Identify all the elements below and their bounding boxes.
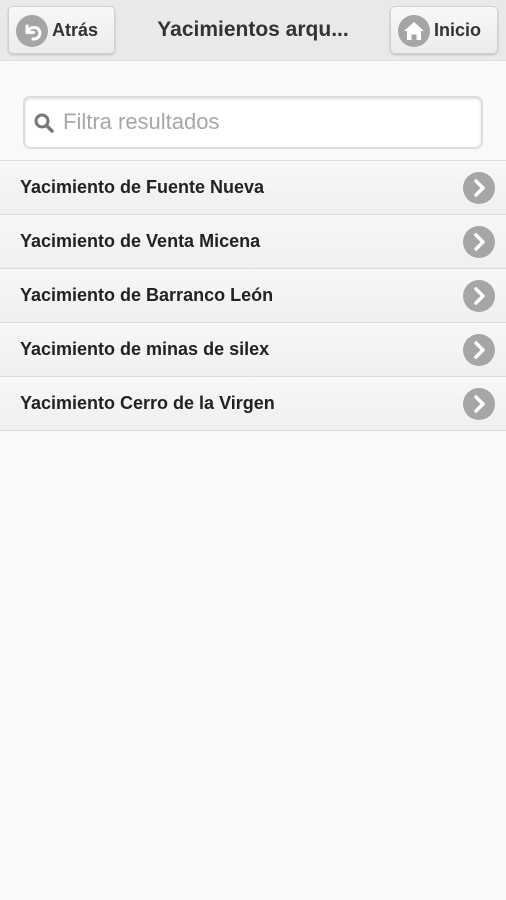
list-item[interactable]: Yacimiento de Barranco León: [0, 269, 506, 323]
list-item[interactable]: Yacimiento Cerro de la Virgen: [0, 377, 506, 431]
home-button[interactable]: Inicio: [390, 6, 498, 54]
back-button-label: Atrás: [52, 20, 99, 40]
list-item-label: Yacimiento de Fuente Nueva: [20, 177, 265, 197]
list-item-label: Yacimiento de minas de silex: [20, 339, 270, 359]
undo-arrow-icon: [16, 15, 48, 47]
chevron-right-icon: [463, 334, 495, 366]
list-item-label: Yacimiento Cerro de la Virgen: [20, 393, 275, 413]
list-item[interactable]: Yacimiento de Venta Micena: [0, 215, 506, 269]
chevron-right-icon: [463, 172, 495, 204]
chevron-right-icon: [463, 388, 495, 420]
house-icon: [398, 15, 430, 47]
list-item-label: Yacimiento de Barranco León: [20, 285, 274, 305]
search-icon: [34, 113, 54, 133]
list-item-label: Yacimiento de Venta Micena: [20, 231, 261, 251]
list-item[interactable]: Yacimiento de Fuente Nueva: [0, 161, 506, 215]
back-button[interactable]: Atrás: [8, 6, 115, 54]
home-button-label: Inicio: [434, 20, 482, 40]
results-list: Yacimiento de Fuente Nueva Yacimiento de…: [0, 160, 506, 431]
header-bar: Atrás Yacimientos arqu... Inicio: [0, 0, 506, 61]
search-input[interactable]: [63, 104, 473, 140]
chevron-right-icon: [463, 280, 495, 312]
search-field[interactable]: [23, 96, 483, 149]
chevron-right-icon: [463, 226, 495, 258]
page-title: Yacimientos arqu...: [157, 18, 349, 41]
list-item[interactable]: Yacimiento de minas de silex: [0, 323, 506, 377]
